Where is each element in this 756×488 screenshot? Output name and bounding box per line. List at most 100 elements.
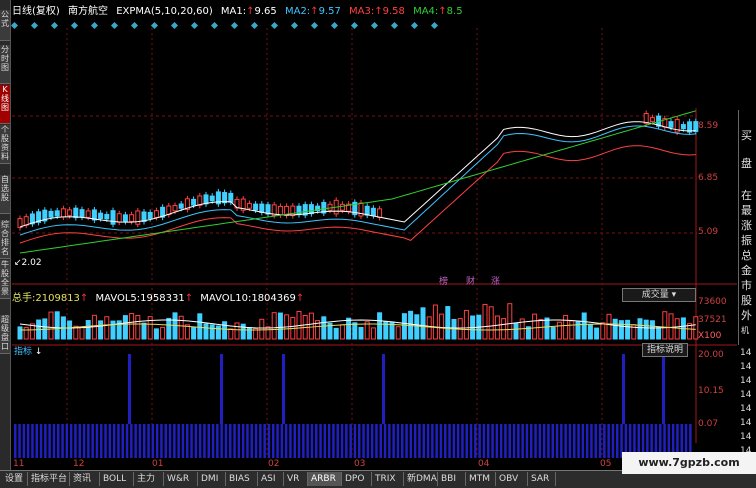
info-panel-label: 买 (741, 129, 752, 142)
volume-bar (104, 316, 110, 340)
bottom-tab--dma[interactable]: 新DMA (404, 472, 438, 486)
indicator-bar (87, 424, 90, 458)
left-tab-2[interactable]: K线图 (0, 85, 10, 124)
mavol5-arrow: ↑ (184, 293, 194, 304)
info-panel-label: 总 (741, 249, 752, 262)
indicator-help-button[interactable]: 指标说明 (642, 343, 689, 357)
volume-bar (544, 317, 550, 340)
bottom-tab-trix[interactable]: TRIX (372, 472, 404, 486)
volume-bar (166, 317, 172, 340)
ma1-value: 9.65 (254, 6, 277, 17)
bottom-tab-asi[interactable]: ASI (258, 472, 284, 486)
bottom-tab-boll[interactable]: BOLL (100, 472, 134, 486)
bottom-tab--[interactable]: 主力 (134, 472, 164, 486)
indicator-bar (461, 424, 464, 458)
left-tab-1[interactable]: 分时图 (0, 45, 10, 84)
indicator-bar (388, 424, 391, 458)
chart-canvas[interactable] (12, 28, 737, 468)
indicator-bar (551, 424, 554, 458)
candle (203, 194, 209, 205)
indicator-bar (125, 424, 129, 458)
bottom-tab-bias[interactable]: BIAS (226, 472, 258, 486)
volume-axis-label-1: 73600 (698, 297, 727, 307)
candle (668, 121, 674, 128)
indicator-bar (164, 424, 167, 458)
volume-header: 总手:2109813↑ MAVOL5:1958331↑ MAVOL10:1804… (12, 289, 304, 304)
indicator-bar (18, 424, 21, 458)
candle (67, 209, 73, 217)
bottom-tab-vr[interactable]: VR (284, 472, 308, 486)
indicator-bar (452, 424, 456, 458)
candle (172, 205, 178, 212)
bottom-tab-bbi[interactable]: BBI (438, 472, 466, 486)
ma1-arrow: ↑ (246, 6, 255, 17)
indicator-bar (401, 424, 404, 458)
indicator-bar (568, 424, 572, 458)
event-tag-limit-up[interactable]: 涨 (491, 274, 500, 287)
bottom-tab--[interactable]: 资讯 (70, 472, 100, 486)
indicator-bar (581, 424, 585, 458)
chart-mode[interactable]: 日线(复权) (12, 6, 60, 17)
event-tag-finance[interactable]: 财 (466, 274, 475, 287)
indicator-bar (52, 424, 56, 458)
ma4-value: 8.5 (446, 6, 463, 17)
indicator-bar (160, 424, 163, 458)
volume-bar (85, 320, 91, 340)
indicator-bar (211, 424, 215, 458)
candle (73, 207, 79, 219)
bottom-tab-dmi[interactable]: DMI (198, 472, 226, 486)
bottom-tab--[interactable]: 设置 (2, 472, 28, 486)
volume-indicator-select[interactable]: 成交量 ▾ (622, 288, 696, 302)
info-panel-label: 外 (741, 309, 752, 322)
indicator-bar (332, 424, 335, 458)
indicator-bar (508, 424, 511, 458)
indicator-bar (319, 424, 322, 458)
indicator-bar (491, 424, 494, 458)
left-tab-0[interactable]: 公式 (0, 10, 10, 41)
volume-bar (277, 312, 283, 340)
volume-bar (507, 303, 513, 340)
indicator-bar (117, 424, 120, 458)
candle (23, 216, 29, 226)
indicator-bar (306, 424, 309, 458)
bottom-tab-obv[interactable]: OBV (496, 472, 528, 486)
left-tab-7[interactable]: 超级盘口 (0, 315, 10, 354)
price-axis-label-3: 5.09 (698, 227, 719, 237)
left-tab-4[interactable]: 自选股 (0, 175, 10, 214)
candle (98, 212, 104, 220)
chevron-down-icon: ▾ (671, 290, 677, 300)
volume-bar (432, 304, 438, 340)
volume-bar (370, 327, 376, 340)
indicator-bar (560, 424, 563, 458)
event-tag-rank[interactable]: 榜 (439, 274, 448, 287)
volume-unit: X100 (698, 331, 722, 341)
indicator-name[interactable]: EXPMA(5,10,20,60) (116, 6, 213, 17)
candle (60, 208, 66, 218)
left-tab-5[interactable]: 综合排名 (0, 220, 10, 259)
indicator-bar (26, 424, 30, 458)
volume-bar (67, 320, 73, 340)
indicator-bar (534, 424, 537, 458)
bottom-tab-arbr[interactable]: ARBR (308, 472, 342, 486)
bottom-tab--[interactable]: 指标平台 (28, 472, 70, 486)
left-tab-3[interactable]: 个股资料 (0, 125, 10, 164)
indicator-bar (358, 424, 361, 458)
bottom-tab-mtm[interactable]: MTM (466, 472, 496, 486)
indicator-bar (448, 424, 451, 458)
x-axis-label: 04 (478, 459, 490, 469)
indicator-bar (521, 424, 524, 458)
volume-bar (550, 326, 556, 340)
indicator-bar (39, 424, 43, 458)
bottom-tab-sar[interactable]: SAR (528, 472, 556, 486)
volume-bar (98, 320, 104, 340)
left-tab-6[interactable]: 牛股全景 (0, 260, 10, 299)
indicator-bar (469, 424, 473, 458)
bottom-tab-w-r[interactable]: W&R (164, 472, 198, 486)
bottom-tab-dpo[interactable]: DPO (342, 472, 372, 486)
candle (246, 202, 252, 209)
candle (48, 210, 54, 218)
indicator-bar (121, 424, 124, 458)
indicator-bar (57, 424, 60, 458)
volume-bar (358, 326, 364, 340)
indicator-bars (14, 354, 692, 458)
